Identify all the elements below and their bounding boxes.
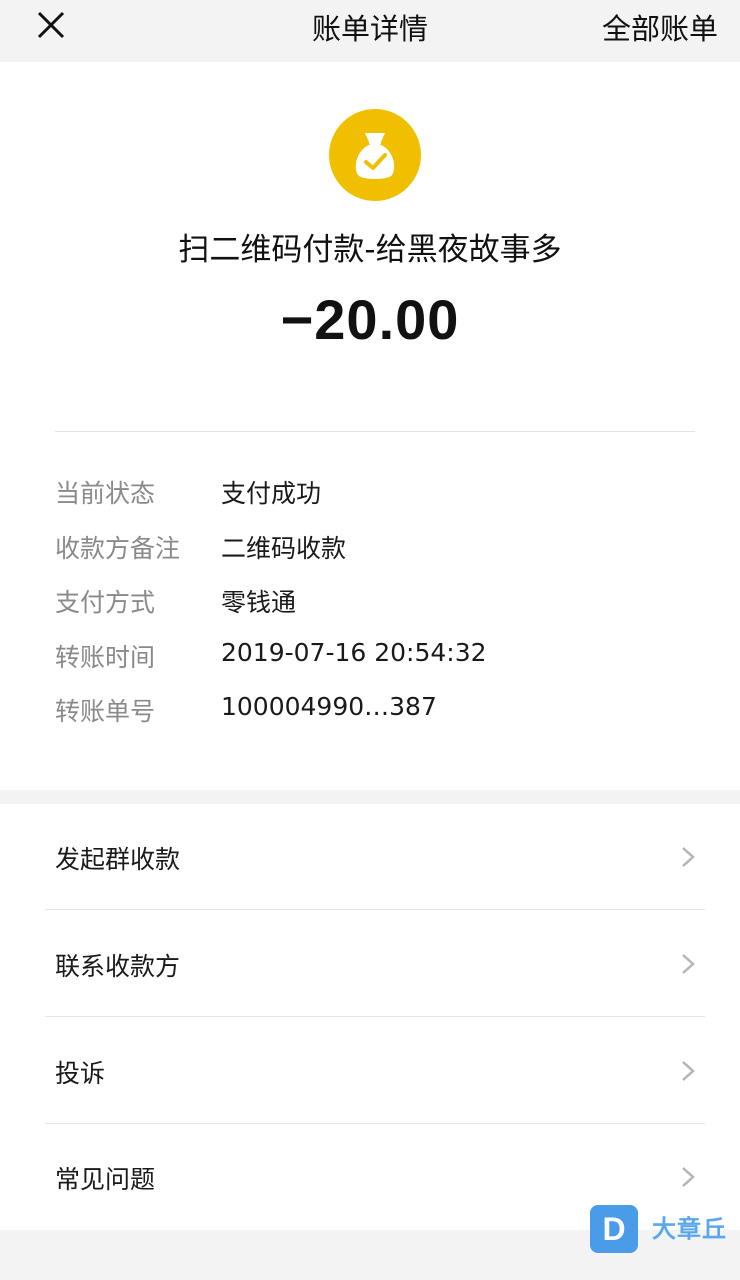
menu-item-label: 投诉 <box>55 1059 106 1088</box>
detail-label: 收款方备注 <box>55 534 181 563</box>
chevron-right-icon <box>682 1167 695 1187</box>
chevron-right-icon <box>682 1061 695 1081</box>
divider <box>55 431 695 432</box>
watermark-text: 大章丘 <box>652 1215 727 1243</box>
detail-row-payment-method: 支付方式 零钱通 <box>55 583 705 623</box>
detail-value: 2019-07-16 20:54:32 <box>221 638 487 667</box>
menu-item-group-collect[interactable]: 发起群收款 <box>0 804 740 910</box>
menu-item-complaint[interactable]: 投诉 <box>0 1018 740 1124</box>
chevron-right-icon <box>682 954 695 974</box>
divider <box>45 1016 705 1017</box>
all-bills-link[interactable]: 全部账单 <box>602 6 718 48</box>
merchant-title: 扫二维码付款-给黑夜故事多 <box>178 232 562 268</box>
menu-item-contact-payee[interactable]: 联系收款方 <box>0 911 740 1017</box>
divider <box>45 909 705 910</box>
detail-label: 支付方式 <box>55 588 156 617</box>
detail-row-transfer-id: 转账单号 100004990…387 <box>55 692 705 732</box>
detail-label: 当前状态 <box>55 479 156 508</box>
detail-value: 二维码收款 <box>221 534 347 563</box>
detail-row-remark: 收款方备注 二维码收款 <box>55 529 705 569</box>
detail-value: 零钱通 <box>221 588 297 617</box>
menu-item-label: 常见问题 <box>55 1165 156 1194</box>
detail-value: 100004990…387 <box>221 692 437 721</box>
detail-label: 转账时间 <box>55 643 156 672</box>
bill-summary-card: 扫二维码付款-给黑夜故事多 −20.00 当前状态 支付成功 收款方备注 二维码… <box>0 62 740 790</box>
detail-row-status: 当前状态 支付成功 <box>55 474 705 514</box>
watermark-logo: D <box>590 1205 638 1253</box>
watermark: D 大章丘 <box>590 1205 736 1255</box>
action-menu: 发起群收款 联系收款方 投诉 常见问题 <box>0 804 740 1230</box>
amount: −20.00 <box>280 288 460 351</box>
menu-item-label: 联系收款方 <box>55 952 181 981</box>
chevron-right-icon <box>682 847 695 867</box>
top-bar: 账单详情 全部账单 <box>0 0 740 62</box>
money-bag-check-icon <box>329 109 421 201</box>
detail-label: 转账单号 <box>55 697 156 726</box>
detail-value: 支付成功 <box>221 479 322 508</box>
detail-row-transfer-time: 转账时间 2019-07-16 20:54:32 <box>55 638 705 678</box>
menu-item-label: 发起群收款 <box>55 845 181 874</box>
